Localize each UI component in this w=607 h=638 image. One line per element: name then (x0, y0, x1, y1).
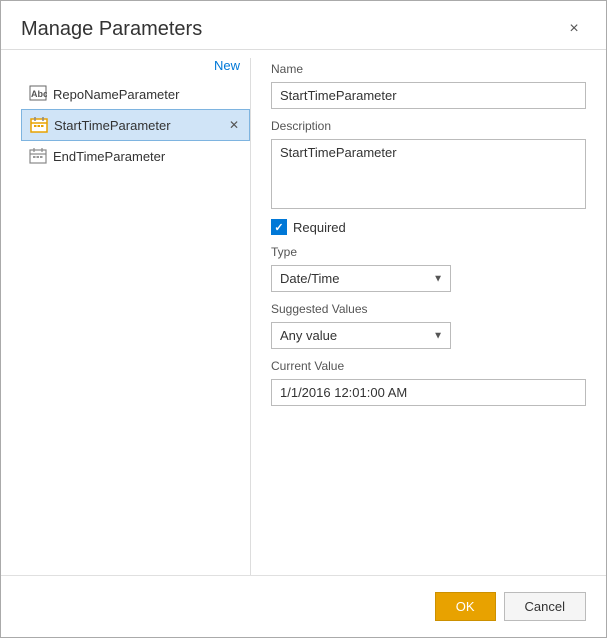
content-area: New Abc RepoNameParameter (1, 58, 606, 575)
list-item[interactable]: StartTimeParameter ✕ (21, 109, 250, 141)
name-input[interactable] (271, 82, 586, 109)
suggested-values-select-wrapper: Any value List of values ▼ (271, 322, 451, 349)
left-panel: New Abc RepoNameParameter (21, 58, 251, 575)
close-button[interactable]: × (562, 17, 586, 41)
dialog-title: Manage Parameters (21, 18, 202, 41)
name-label: Name (271, 62, 586, 76)
abc-icon: Abc (29, 85, 47, 103)
param-label-end: EndTimeParameter (53, 149, 242, 164)
new-link[interactable]: New (214, 58, 240, 73)
param-list: Abc RepoNameParameter (21, 79, 250, 171)
new-link-row: New (21, 58, 250, 79)
remove-button[interactable]: ✕ (227, 118, 241, 132)
param-label-repo: RepoNameParameter (53, 87, 242, 102)
right-panel: Name Description StartTimeParameter Requ… (251, 58, 586, 575)
list-item[interactable]: Abc RepoNameParameter (21, 79, 250, 109)
title-bar: Manage Parameters × (1, 1, 606, 49)
suggested-values-field-group: Suggested Values Any value List of value… (271, 302, 586, 349)
description-textarea[interactable]: StartTimeParameter (271, 139, 586, 209)
suggested-values-label: Suggested Values (271, 302, 586, 316)
svg-text:Abc: Abc (31, 89, 47, 99)
manage-parameters-dialog: Manage Parameters × New Abc RepoNamePara (0, 0, 607, 638)
suggested-values-select[interactable]: Any value List of values (271, 322, 451, 349)
current-value-input[interactable] (271, 379, 586, 406)
current-value-label: Current Value (271, 359, 586, 373)
type-label: Type (271, 245, 586, 259)
param-label-start: StartTimeParameter (54, 118, 221, 133)
name-field-group: Name (271, 58, 586, 109)
required-label: Required (293, 220, 346, 235)
current-value-field-group: Current Value (271, 359, 586, 406)
calendar-icon (30, 116, 48, 134)
list-item[interactable]: EndTimeParameter (21, 141, 250, 171)
type-select[interactable]: Date/Time Text Number Boolean Date Time (271, 265, 451, 292)
required-checkbox[interactable] (271, 219, 287, 235)
cancel-button[interactable]: Cancel (504, 592, 586, 621)
calendar-icon-end (29, 147, 47, 165)
description-field-group: Description StartTimeParameter (271, 119, 586, 209)
type-select-wrapper: Date/Time Text Number Boolean Date Time … (271, 265, 451, 292)
required-row: Required (271, 219, 586, 235)
type-field-group: Type Date/Time Text Number Boolean Date … (271, 245, 586, 292)
description-label: Description (271, 119, 586, 133)
ok-button[interactable]: OK (435, 592, 496, 621)
dialog-footer: OK Cancel (1, 575, 606, 637)
